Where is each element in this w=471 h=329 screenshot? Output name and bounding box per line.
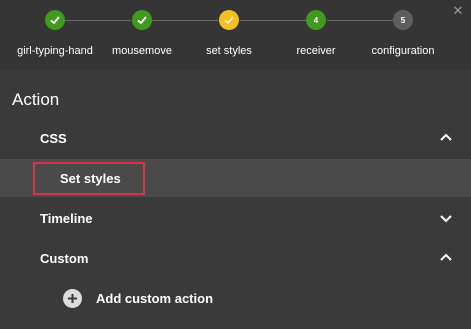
timeline-category-label: Timeline	[40, 210, 93, 226]
step-connector	[240, 20, 306, 21]
set-styles-label: Set styles	[60, 171, 121, 186]
step-5-number[interactable]: 5	[393, 10, 413, 30]
step-connector	[152, 20, 218, 21]
step-1-check-icon[interactable]	[45, 10, 65, 30]
step-3-current-icon[interactable]	[219, 10, 239, 30]
timeline-category-row[interactable]: Timeline	[0, 199, 471, 237]
plus-icon[interactable]	[63, 288, 82, 308]
step-4-label: receiver	[296, 45, 336, 57]
step-connector	[327, 20, 393, 21]
step-connector	[65, 20, 131, 21]
css-category-label: CSS	[40, 130, 67, 146]
chevron-down-icon[interactable]	[439, 211, 453, 225]
set-styles-row[interactable]: Set styles	[0, 159, 471, 197]
wizard-steps: 4 5 girl-typing-hand mousemove set style…	[0, 0, 471, 70]
step-2-label: mousemove	[112, 45, 172, 57]
step-5-label: configuration	[371, 45, 435, 57]
step-3-label: set styles	[206, 45, 252, 57]
step-1-label: girl-typing-hand	[17, 45, 93, 57]
section-title: Action	[12, 90, 60, 109]
step-4-number[interactable]: 4	[306, 10, 326, 30]
custom-category-row[interactable]: Custom	[0, 239, 471, 277]
chevron-up-icon[interactable]	[439, 131, 453, 145]
step-2-check-icon[interactable]	[132, 10, 152, 30]
css-category-row[interactable]: CSS	[0, 119, 471, 157]
close-icon[interactable]: ✕	[451, 4, 465, 18]
set-styles-item[interactable]: Set styles	[33, 162, 145, 195]
add-custom-action-label[interactable]: Add custom action	[96, 291, 213, 306]
chevron-up-icon[interactable]	[439, 251, 453, 265]
custom-category-label: Custom	[40, 250, 89, 266]
add-custom-action-row[interactable]: Add custom action	[0, 279, 471, 317]
